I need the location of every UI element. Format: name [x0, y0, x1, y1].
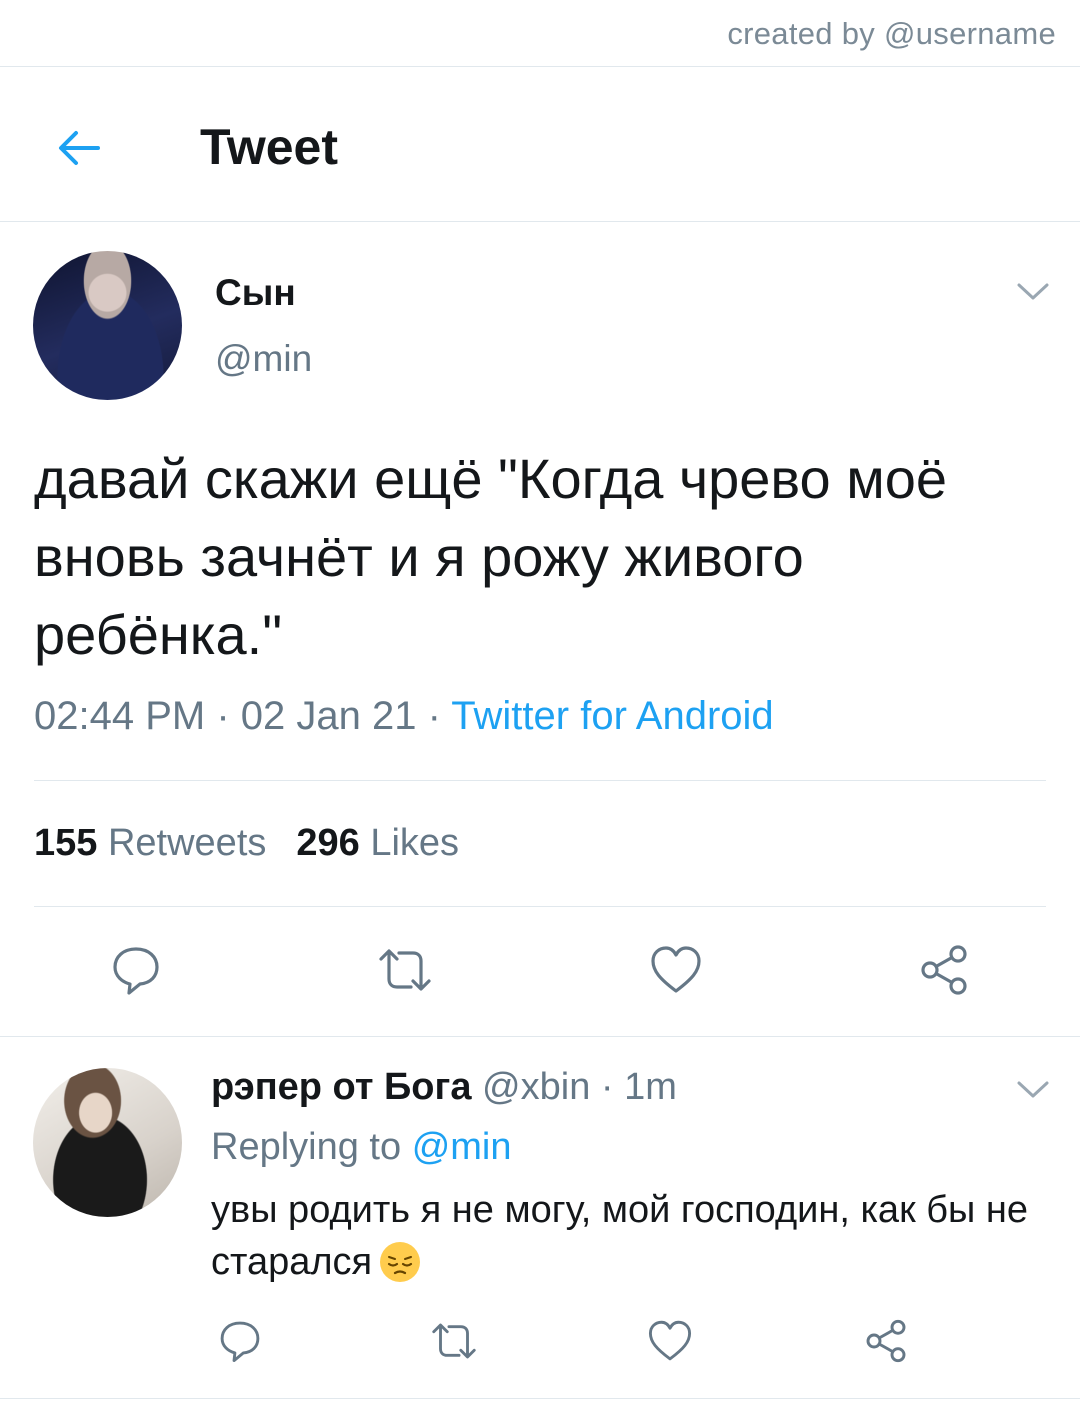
reply-display-name[interactable]: рэпер от Бога — [211, 1066, 471, 1108]
reply-reply-button[interactable] — [212, 1313, 268, 1369]
replying-to-link[interactable]: @min — [412, 1126, 512, 1168]
likes-label: Likes — [370, 822, 460, 864]
reply-separator: · — [590, 1066, 625, 1108]
tweet-source-link[interactable]: Twitter for Android — [451, 694, 773, 738]
retweets-label: Retweets — [107, 822, 267, 864]
meta-separator: · — [205, 694, 241, 738]
author-display-name[interactable]: Сын — [215, 272, 296, 314]
retweet-icon — [432, 1323, 476, 1359]
reply-text: увы родить я не могу, мой господин, как … — [211, 1189, 1028, 1283]
tweet-stats: 155 Retweets 296 Likes — [34, 822, 459, 865]
reply-button[interactable] — [104, 938, 168, 1002]
pensive-face-emoji — [380, 1242, 421, 1282]
reply-icon — [220, 1321, 260, 1363]
reply-text-block: увы родить я не могу, мой господин, как … — [211, 1184, 1061, 1288]
reply-like-button[interactable] — [642, 1313, 698, 1369]
share-icon — [866, 1319, 906, 1363]
tweet-meta: 02:44 PM · 02 Jan 21 · Twitter for Andro… — [34, 694, 774, 739]
reply-handle[interactable]: @xbin — [482, 1066, 590, 1108]
reply-retweet-button[interactable] — [424, 1313, 484, 1369]
replying-to: Replying to @min — [211, 1126, 512, 1169]
retweets-stat[interactable]: 155 Retweets — [34, 822, 266, 864]
tweet-time: 02:44 PM — [34, 694, 206, 738]
like-icon — [648, 1320, 692, 1361]
top-divider — [0, 66, 1080, 67]
author-handle[interactable]: @min — [215, 338, 312, 380]
reply-share-button[interactable] — [858, 1313, 914, 1369]
meta-separator: · — [416, 694, 452, 738]
reply-header: рэпер от Бога @xbin · 1m — [211, 1066, 677, 1109]
reply-time: 1m — [624, 1066, 677, 1108]
replying-label: Replying to — [211, 1126, 402, 1168]
reply-avatar[interactable] — [33, 1068, 182, 1217]
tweet-date: 02 Jan 21 — [240, 694, 417, 738]
tweet-text: давай скажи ещё "Когда чрево моё вновь з… — [34, 447, 948, 666]
share-icon — [921, 945, 967, 995]
likes-count: 296 — [296, 822, 360, 864]
likes-stat[interactable]: 296 Likes — [296, 822, 459, 864]
reply-menu-button[interactable] — [1013, 1070, 1053, 1110]
tweet-menu-button[interactable] — [1013, 272, 1053, 312]
like-button[interactable] — [644, 938, 708, 1002]
page-title: Tweet — [200, 119, 338, 175]
chevron-down-icon — [1017, 283, 1049, 300]
watermark-text: created by @username — [727, 16, 1056, 51]
retweet-button[interactable] — [370, 938, 440, 1002]
back-button[interactable] — [46, 116, 110, 180]
avatar[interactable] — [33, 251, 182, 400]
chevron-down-icon — [1017, 1081, 1049, 1098]
tweet-divider — [0, 1036, 1080, 1037]
like-icon — [651, 946, 701, 993]
meta-divider — [34, 780, 1046, 781]
retweets-count: 155 — [34, 822, 98, 864]
arrow-left-icon — [59, 131, 100, 165]
share-button[interactable] — [912, 938, 976, 1002]
retweet-icon — [379, 949, 431, 991]
stats-divider — [34, 906, 1046, 907]
reply-icon — [113, 947, 159, 995]
bottom-divider — [0, 1398, 1080, 1399]
header-divider — [0, 221, 1080, 222]
